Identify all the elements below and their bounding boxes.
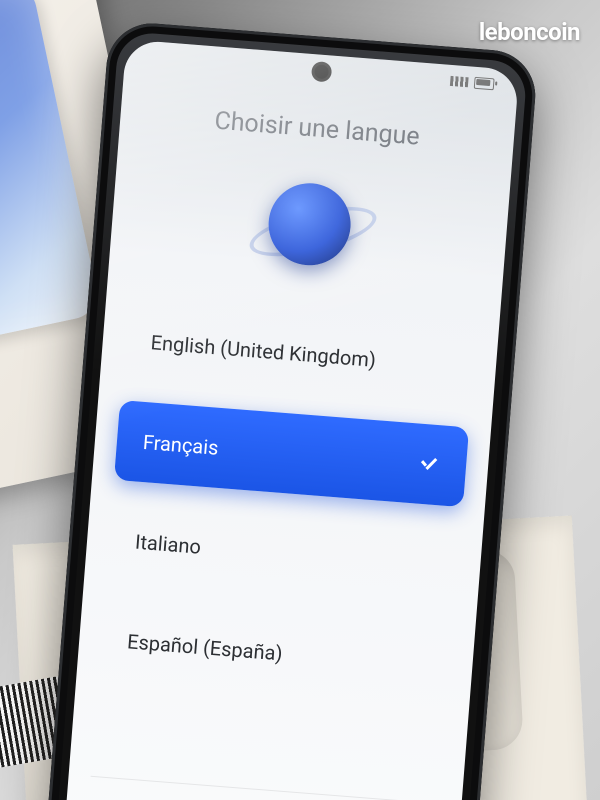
bottom-nav-bar: Augmenter la ... bbox=[85, 776, 439, 800]
language-option-italiano[interactable]: Italiano bbox=[106, 500, 461, 607]
product-photo: Choisir une langue English (United Kingd… bbox=[0, 0, 600, 800]
language-label: Español (España) bbox=[126, 629, 283, 665]
setup-title: Choisir une langue bbox=[120, 99, 515, 159]
signal-icon bbox=[450, 76, 469, 87]
status-bar bbox=[450, 75, 495, 90]
smartphone-device: Choisir une langue English (United Kingd… bbox=[41, 20, 539, 800]
globe-illustration bbox=[250, 165, 368, 283]
language-list: English (United Kingdom) Français Italia… bbox=[97, 300, 477, 726]
checkmark-icon bbox=[417, 453, 441, 477]
language-option-espanol[interactable]: Español (España) bbox=[98, 599, 453, 706]
language-label: English (United Kingdom) bbox=[150, 330, 377, 372]
watermark-logo: leboncoin bbox=[479, 18, 580, 46]
front-camera-notch bbox=[314, 64, 329, 79]
language-option-english[interactable]: English (United Kingdom) bbox=[122, 300, 477, 407]
language-label: Français bbox=[142, 430, 219, 460]
battery-icon bbox=[474, 77, 495, 91]
box-art-phone-illustration bbox=[0, 0, 101, 348]
language-label: Italiano bbox=[134, 530, 202, 559]
language-option-francais[interactable]: Français bbox=[114, 400, 469, 507]
phone-screen: Choisir une langue English (United Kingd… bbox=[60, 39, 519, 800]
